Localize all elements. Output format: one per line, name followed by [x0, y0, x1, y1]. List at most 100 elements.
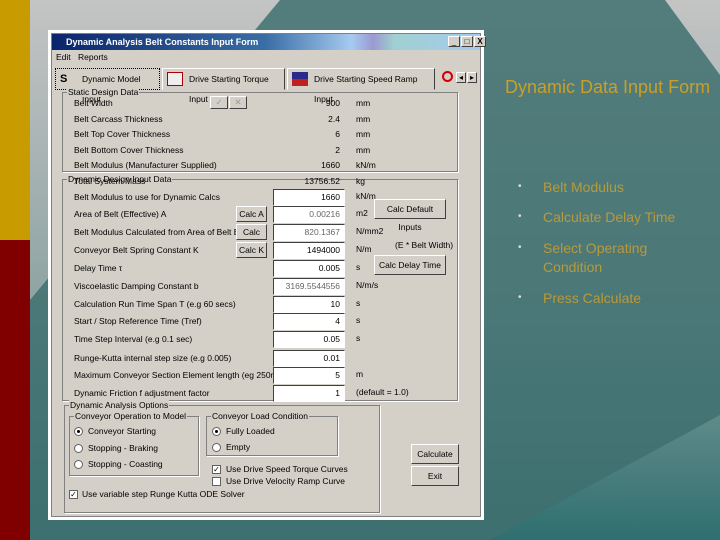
minimize-button[interactable]: _	[448, 36, 460, 47]
dynamic-row-unit: m2	[356, 208, 368, 218]
operation-radio-label: Stopping - Braking	[88, 442, 158, 453]
group-title: Conveyor Operation to Model	[74, 411, 188, 421]
dynamic-row-input[interactable]: 1660	[273, 189, 345, 206]
load-radio[interactable]	[212, 443, 221, 452]
dynamic-row-label: Delay Time τ	[74, 263, 123, 273]
load-radio[interactable]	[212, 427, 221, 436]
checkbox[interactable]	[212, 477, 221, 486]
group-title: Static Design Data	[67, 87, 140, 97]
group-title: Dynamic Analysis Options	[69, 400, 170, 410]
slide-bullet: Belt Modulus	[543, 179, 624, 195]
calc-delay-time-button[interactable]: Calc Delay Time	[374, 255, 446, 275]
dynamic-row-label: Calculation Run Time Span T (e.g 60 secs…	[74, 299, 236, 309]
static-row-value: 1660	[321, 160, 340, 170]
dynamic-row-unit: kN/m	[356, 191, 376, 201]
tab-drive-starting-speed-ramp-input[interactable]: Drive Starting Speed Ramp Input	[287, 68, 435, 104]
k-note: (E * Belt Width)	[395, 240, 454, 250]
slide-title: Dynamic Data Input Form	[505, 77, 711, 97]
menu-reports[interactable]: Reports	[78, 52, 108, 62]
dynamic-row-label: Viscoelastic Damping Constant b	[74, 281, 199, 291]
static-row-value: 13756.52	[304, 175, 340, 186]
static-row-unit: kN/m	[356, 160, 376, 170]
checkbox[interactable]: ✓	[212, 465, 221, 474]
static-row-label: Belt Carcass Thickness	[74, 113, 163, 124]
power-icon	[442, 71, 453, 82]
form-window: Dynamic Analysis Belt Constants Input Fo…	[48, 30, 486, 520]
confirm-button[interactable]: ✓	[210, 96, 228, 109]
exit-button[interactable]: Exit	[411, 466, 459, 486]
calc-button[interactable]: Calc A	[236, 206, 267, 222]
maximize-button[interactable]: □	[461, 36, 473, 47]
tab-scroll-right[interactable]: ▸	[467, 72, 477, 83]
dynamic-row-label: Runge-Kutta internal step size (e.g 0.00…	[74, 353, 232, 363]
load-radio-label: Empty	[226, 442, 251, 452]
operation-radio-label: Stopping - Coasting	[88, 459, 163, 469]
dynamic-row-input[interactable]: 0.01	[273, 350, 345, 367]
static-row-label: Total System Mass	[74, 175, 146, 186]
bullet-icon: •	[518, 211, 522, 222]
dynamic-row-unit: s	[356, 333, 361, 343]
cancel-button[interactable]: ✕	[229, 96, 247, 109]
flag-icon	[292, 72, 308, 86]
static-row-unit: mm	[356, 144, 371, 155]
window-title: Dynamic Analysis Belt Constants Input Fo…	[66, 37, 259, 47]
close-button[interactable]: X	[474, 36, 486, 47]
static-row-unit: mm	[356, 98, 371, 108]
red-strip	[0, 240, 30, 540]
calc-default-inputs-button[interactable]: Calc Default Inputs	[374, 199, 446, 232]
static-row-value: 2.4	[328, 113, 340, 124]
dynamic-row-input[interactable]: 0.00216	[273, 206, 345, 223]
chart-icon	[167, 72, 183, 86]
load-radio-label: Fully Loaded	[226, 426, 275, 436]
static-row-label: Belt Top Cover Thickness	[74, 129, 171, 139]
static-row-value: 6	[335, 129, 340, 139]
calculate-button[interactable]: Calculate	[411, 444, 459, 464]
operation-radio[interactable]	[74, 443, 83, 453]
bullet-icon: •	[518, 181, 522, 192]
calc-button[interactable]: Calc K	[236, 242, 267, 258]
slide-bullet: Select Operating Condition	[543, 240, 648, 275]
menu-edit[interactable]: Edit	[56, 52, 71, 62]
static-row-label: Belt Width	[74, 98, 113, 108]
dynamic-row-input[interactable]: 820.1367	[273, 224, 345, 241]
title-bar: Dynamic Analysis Belt Constants Input Fo…	[52, 34, 480, 50]
dynamic-row-unit: s	[356, 315, 361, 325]
dynamic-row-unit: s	[356, 262, 361, 272]
tab-drive-starting-torque-input[interactable]: Drive Starting Torque Input	[162, 68, 285, 104]
dynamic-row-unit: N/m	[356, 244, 372, 254]
tab-scroll-left[interactable]: ◂	[456, 72, 466, 83]
dynamic-row-label: Area of Belt (Effective) A	[74, 209, 167, 219]
dynamic-row-input[interactable]: 1494000	[273, 242, 345, 259]
dynamic-row-unit: s	[356, 298, 361, 308]
dynamic-row-label: Dynamic Friction f adjustment factor	[74, 388, 210, 398]
dynamic-row-label: Conveyor Belt Spring Constant K	[74, 245, 199, 255]
group-title: Conveyor Load Condition	[211, 411, 309, 421]
slide-bullet: Calculate Delay Time	[543, 209, 676, 225]
dynamic-row-input[interactable]: 4	[273, 313, 345, 330]
calc-button[interactable]: Calc Eb	[236, 224, 267, 251]
bullet-icon: •	[518, 242, 522, 253]
slide-bullet: Press Calculate	[543, 290, 642, 306]
gold-strip	[0, 0, 30, 240]
dynamic-row-unit: N/m/s	[356, 280, 379, 290]
dynamic-row-label: Belt Modulus Calculated from Area of Bel…	[74, 227, 245, 237]
static-row-value: 900	[325, 98, 340, 108]
dynamic-row-input[interactable]: 1	[273, 385, 345, 402]
operation-radio[interactable]	[74, 460, 83, 469]
sp-icon: S	[60, 73, 68, 85]
dynamic-row-input[interactable]: 0.005	[273, 260, 345, 277]
dynamic-row-unit: m	[356, 369, 364, 379]
dynamic-row-input[interactable]: 10	[273, 296, 345, 313]
dynamic-row-unit: (default = 1.0)	[356, 387, 409, 397]
dynamic-row-input[interactable]: 5	[273, 367, 345, 384]
bullet-icon: •	[518, 292, 522, 303]
static-row-unit: mm	[356, 129, 371, 139]
variable-step-label: Use variable step Runge Kutta ODE Solver	[82, 489, 245, 499]
operation-radio-label: Conveyor Starting	[88, 426, 157, 436]
dynamic-row-input[interactable]: 3169.5544556	[273, 278, 345, 295]
static-row-label: Belt Modulus (Manufacturer Supplied)	[74, 160, 217, 170]
operation-radio[interactable]	[74, 427, 83, 436]
dynamic-row-label: Belt Modulus to use for Dynamic Calcs	[74, 192, 220, 202]
dynamic-row-input[interactable]: 0.05	[273, 331, 345, 348]
variable-step-checkbox[interactable]: ✓	[69, 490, 78, 499]
